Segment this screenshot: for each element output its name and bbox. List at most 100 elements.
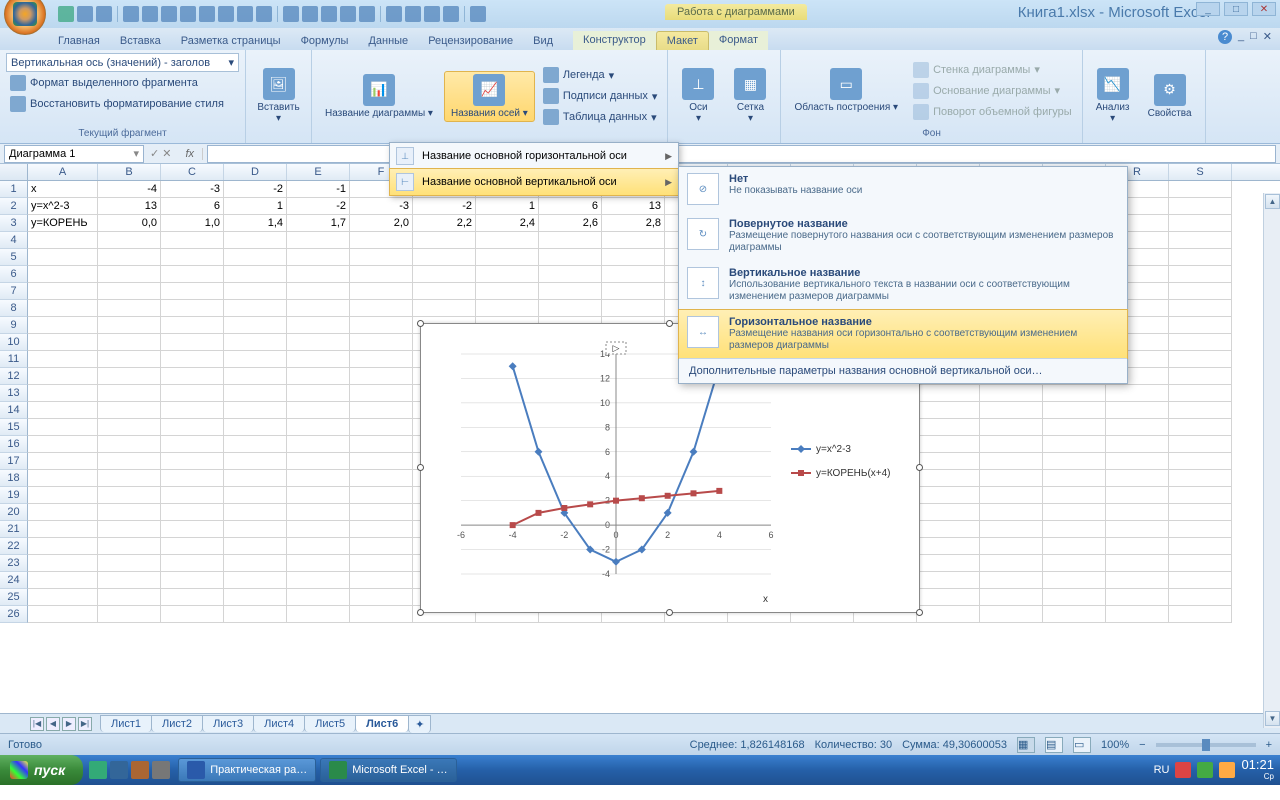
cell[interactable] xyxy=(1169,606,1232,623)
cell[interactable] xyxy=(224,453,287,470)
cell[interactable] xyxy=(350,538,413,555)
cell[interactable]: 6 xyxy=(161,198,224,215)
cell[interactable] xyxy=(1169,368,1232,385)
quicklaunch-icon[interactable] xyxy=(110,761,128,779)
cell[interactable] xyxy=(98,606,161,623)
qat-icon[interactable] xyxy=(424,6,440,22)
row-header[interactable]: 24 xyxy=(0,572,28,589)
cell[interactable] xyxy=(161,300,224,317)
cell[interactable] xyxy=(350,419,413,436)
cell[interactable] xyxy=(28,453,98,470)
tray-icon[interactable] xyxy=(1219,762,1235,778)
cell[interactable] xyxy=(287,385,350,402)
insert-button[interactable]: 🖼Вставить▾ xyxy=(252,65,305,127)
cell[interactable] xyxy=(917,419,980,436)
cell[interactable] xyxy=(161,385,224,402)
row-header[interactable]: 21 xyxy=(0,521,28,538)
cell[interactable] xyxy=(224,538,287,555)
column-header[interactable]: E xyxy=(287,164,350,180)
qat-icon[interactable] xyxy=(443,6,459,22)
cell[interactable] xyxy=(1106,419,1169,436)
zoom-level[interactable]: 100% xyxy=(1101,739,1129,751)
chart-element-dropdown[interactable]: Вертикальная ось (значений) - заголов▾ xyxy=(6,53,239,72)
cell[interactable] xyxy=(224,504,287,521)
cell[interactable] xyxy=(98,453,161,470)
cell[interactable] xyxy=(1169,521,1232,538)
cell[interactable] xyxy=(1043,606,1106,623)
sheet-nav-prev[interactable]: ◀ xyxy=(46,717,60,731)
row-header[interactable]: 25 xyxy=(0,589,28,606)
cell[interactable] xyxy=(287,283,350,300)
cell[interactable] xyxy=(1169,385,1232,402)
row-header[interactable]: 3 xyxy=(0,215,28,232)
cell[interactable] xyxy=(476,266,539,283)
cell[interactable] xyxy=(224,555,287,572)
cell[interactable] xyxy=(1169,181,1232,198)
tab-Рецензирование[interactable]: Рецензирование xyxy=(418,32,523,50)
cell[interactable]: -2 xyxy=(287,198,350,215)
cell[interactable] xyxy=(980,521,1043,538)
qat-redo-icon[interactable] xyxy=(96,6,112,22)
cell[interactable] xyxy=(224,572,287,589)
cell[interactable] xyxy=(350,334,413,351)
qat-icon[interactable] xyxy=(470,6,486,22)
help-icon[interactable]: ? xyxy=(1218,30,1232,44)
cell[interactable] xyxy=(287,606,350,623)
row-header[interactable]: 2 xyxy=(0,198,28,215)
cell[interactable] xyxy=(28,351,98,368)
cell[interactable] xyxy=(98,283,161,300)
tray-icon[interactable] xyxy=(1197,762,1213,778)
cell[interactable] xyxy=(917,606,980,623)
axes-button[interactable]: ⊥Оси▾ xyxy=(674,65,722,127)
cell[interactable] xyxy=(1106,521,1169,538)
name-box[interactable]: Диаграмма 1▾ xyxy=(4,145,144,163)
cell[interactable] xyxy=(1106,402,1169,419)
cell[interactable] xyxy=(1169,470,1232,487)
cell[interactable] xyxy=(287,487,350,504)
doc-restore-button[interactable]: □ xyxy=(1250,30,1257,44)
cell[interactable] xyxy=(224,351,287,368)
cell[interactable] xyxy=(1106,487,1169,504)
row-header[interactable]: 15 xyxy=(0,419,28,436)
cell[interactable] xyxy=(161,334,224,351)
qat-icon[interactable] xyxy=(237,6,253,22)
cell[interactable] xyxy=(980,572,1043,589)
qat-icon[interactable] xyxy=(180,6,196,22)
axis-titles-button[interactable]: 📈Названия осей ▾ xyxy=(444,71,535,122)
cell[interactable] xyxy=(539,249,602,266)
cell[interactable] xyxy=(287,436,350,453)
cell[interactable] xyxy=(224,521,287,538)
cell[interactable] xyxy=(224,436,287,453)
taskbar-app-word[interactable]: Практическая ра… xyxy=(178,758,316,782)
cell[interactable] xyxy=(350,300,413,317)
cell[interactable] xyxy=(28,283,98,300)
cell[interactable] xyxy=(28,334,98,351)
cell[interactable] xyxy=(28,402,98,419)
cell[interactable] xyxy=(1169,453,1232,470)
cell[interactable] xyxy=(1169,300,1232,317)
tray-icon[interactable] xyxy=(1175,762,1191,778)
cell[interactable] xyxy=(476,249,539,266)
qat-icon[interactable] xyxy=(359,6,375,22)
cell[interactable] xyxy=(1169,215,1232,232)
cell[interactable] xyxy=(350,266,413,283)
cell[interactable] xyxy=(350,487,413,504)
row-header[interactable]: 5 xyxy=(0,249,28,266)
row-header[interactable]: 13 xyxy=(0,385,28,402)
cell[interactable] xyxy=(161,453,224,470)
cell[interactable] xyxy=(28,385,98,402)
cell[interactable]: -4 xyxy=(98,181,161,198)
cell[interactable] xyxy=(1169,572,1232,589)
cell[interactable] xyxy=(98,402,161,419)
cell[interactable] xyxy=(28,266,98,283)
sheet-nav-first[interactable]: |◀ xyxy=(30,717,44,731)
cell[interactable] xyxy=(1106,538,1169,555)
tab-Главная[interactable]: Главная xyxy=(48,32,110,50)
cell[interactable] xyxy=(287,351,350,368)
cell[interactable] xyxy=(161,470,224,487)
cell[interactable] xyxy=(28,419,98,436)
cell[interactable] xyxy=(28,572,98,589)
row-header[interactable]: 10 xyxy=(0,334,28,351)
cell[interactable] xyxy=(1169,436,1232,453)
more-axis-title-options[interactable]: Дополнительные параметры названия основн… xyxy=(679,358,1127,383)
